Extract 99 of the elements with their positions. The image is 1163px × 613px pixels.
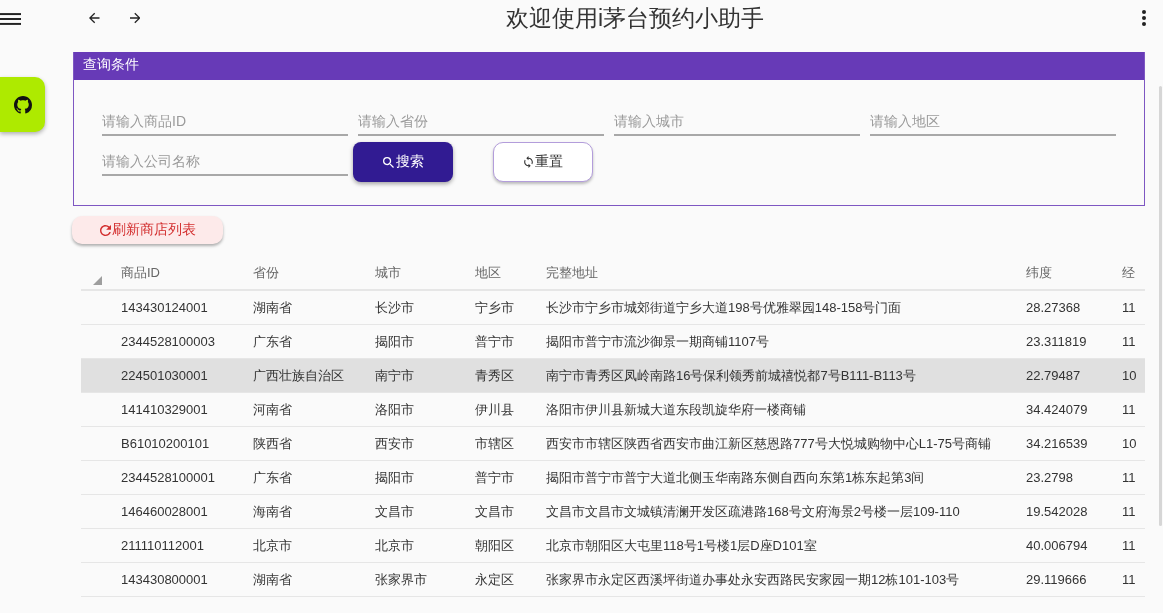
table-cell: 陕西省 (253, 435, 292, 451)
refresh-button[interactable]: 刷新商店列表 (72, 216, 223, 244)
table-cell: 北京市 (375, 537, 414, 553)
search-button[interactable]: 搜索 (353, 142, 453, 182)
input-field[interactable]: 请输入地区 (870, 108, 1116, 136)
table-cell: 北京市 (253, 537, 292, 553)
table-cell: 广东省 (253, 333, 292, 349)
table-cell: 19.542028 (1026, 504, 1088, 519)
column-header[interactable]: 完整地址 (546, 265, 598, 280)
table-cell: 河南省 (253, 401, 292, 417)
table-cell: 张家界市 (375, 571, 427, 587)
table-cell: 揭阳市 (375, 333, 414, 349)
table-cell: 湖南省 (253, 571, 292, 587)
input-field[interactable]: 请输入城市 (614, 108, 860, 136)
table-cell: 南宁市青秀区凤岭南路16号保利领秀前城禧悦都7号B111-B113号 (546, 367, 916, 383)
cat-logo-icon (13, 95, 32, 114)
table-cell: 张家界市永定区西溪坪街道办事处永安西路民安家园一期12栋101-103号 (546, 571, 960, 587)
table-cell: 10 (1122, 436, 1137, 451)
table-cell: 伊川县 (475, 401, 514, 417)
column-header[interactable]: 地区 (475, 265, 501, 280)
table-cell: 北京市朝阳区大屯里118号1号楼1层D座D101室 (546, 537, 817, 553)
refresh-icon (99, 224, 111, 236)
table-cell: 洛阳市伊川县新城大道东段凯旋华府一楼商铺 (546, 401, 806, 417)
reset-button[interactable]: 重置 (493, 142, 593, 182)
table-cell: 2344528100001 (121, 470, 215, 485)
table-cell: 文昌市 (375, 503, 414, 519)
table-cell: 青秀区 (475, 367, 514, 383)
scrollbar[interactable] (1159, 86, 1162, 526)
back-arrow-icon[interactable] (89, 10, 100, 26)
table-cell: 朝阳区 (475, 537, 514, 553)
column-header[interactable]: 省份 (253, 265, 279, 280)
table-cell: 10 (1122, 368, 1137, 383)
table-cell: 11 (1122, 402, 1136, 417)
sync-icon (523, 156, 533, 168)
table-cell: 西安市市辖区陕西省西安市曲江新区慈恩路777号大悦城购物中心L1-75号商铺 (546, 435, 991, 451)
floating-action-button[interactable] (0, 77, 45, 132)
table-cell: 永定区 (475, 571, 514, 587)
panel-title: 查询条件 (74, 52, 1144, 80)
input-field[interactable]: 请输入省份 (358, 108, 604, 136)
table-cell: 市辖区 (475, 435, 514, 451)
table-cell: 广西壮族自治区 (253, 367, 344, 383)
table-row[interactable]: 146460028001 海南省 文昌市 文昌市 文昌市文昌市文城镇清澜开发区疏港路168号文府海景2号楼一层109-110 19.542028 11 (81, 495, 1145, 529)
more-options-icon[interactable] (1142, 10, 1146, 26)
table-cell: 146460028001 (121, 504, 208, 519)
table-cell: 西安市 (375, 435, 414, 451)
table-cell: 11 (1122, 504, 1136, 519)
forward-arrow-icon[interactable] (129, 10, 140, 26)
table-cell: 22.79487 (1026, 368, 1081, 383)
table-cell: 11 (1122, 470, 1136, 485)
table-cell: 文昌市文昌市文城镇清澜开发区疏港路168号文府海景2号楼一层109-110 (546, 503, 960, 519)
table-cell: 34.424079 (1026, 402, 1088, 417)
input-field[interactable]: 请输入公司名称 (102, 148, 348, 176)
table-cell: 11 (1122, 538, 1136, 553)
table-row[interactable]: 211110112001 北京市 北京市 朝阳区 北京市朝阳区大屯里118号1号楼1层D座D101室 40.006794 11 (81, 529, 1145, 563)
table-cell: 211110112001 (121, 538, 204, 553)
table-cell: 143430800001 (121, 572, 208, 587)
table-row[interactable]: B61010200101 陕西省 西安市 市辖区 西安市市辖区陕西省西安市曲江新区慈恩路777号大悦城购物中心L1-75号商铺 34.216539 10 (81, 427, 1145, 461)
table-cell: 长沙市宁乡市城郊街道宁乡大道198号优雅翠园148-158号门面 (546, 299, 902, 315)
table-cell: 224501030001 (121, 368, 208, 383)
table-cell: 宁乡市 (475, 299, 514, 315)
table-cell: 长沙市 (375, 299, 414, 315)
table-cell: 29.119666 (1026, 572, 1087, 587)
table-cell: 23.2798 (1026, 470, 1073, 485)
table-row[interactable]: 141410329001 河南省 洛阳市 伊川县 洛阳市伊川县新城大道东段凯旋华府一楼商铺 34.424079 11 (81, 393, 1145, 427)
column-header[interactable]: 纬度 (1026, 265, 1052, 280)
search-icon (382, 156, 394, 168)
table-row[interactable]: 224501030001 广西壮族自治区 南宁市 青秀区 南宁市青秀区凤岭南路16号保利领秀前城禧悦都7号B111-B113号 22.79487 10 (81, 359, 1145, 393)
table-cell: 2344528100003 (121, 334, 215, 349)
table-cell: 广东省 (253, 469, 292, 485)
table-cell: 揭阳市 (375, 469, 414, 485)
table-cell: 揭阳市普宁市普宁大道北侧玉华南路东侧自西向东第1栋东起第3间 (546, 469, 925, 485)
table-cell: 海南省 (253, 503, 292, 519)
table-cell: 文昌市 (475, 503, 514, 519)
table-cell: B61010200101 (121, 436, 210, 451)
table-cell: 南宁市 (375, 367, 414, 383)
table-cell: 34.216539 (1026, 436, 1088, 451)
table-cell: 揭阳市普宁市流沙御景一期商铺1107号 (546, 333, 769, 349)
sort-triangle-icon[interactable] (93, 276, 102, 285)
table-cell: 11 (1122, 572, 1136, 587)
input-field[interactable]: 请输入商品ID (102, 108, 348, 136)
table-row[interactable]: 143430124001 湖南省 长沙市 宁乡市 长沙市宁乡市城郊街道宁乡大道198号优雅翠园148-158号门面 28.27368 11 (81, 291, 1145, 325)
menu-icon[interactable] (0, 10, 21, 28)
app-title: 欢迎使用i茅台预约小助手 (504, 3, 766, 33)
table-cell: 28.27368 (1026, 300, 1081, 315)
table-cell: 143430124001 (121, 300, 208, 315)
table-cell: 洛阳市 (375, 401, 414, 417)
table-cell: 141410329001 (121, 402, 208, 417)
table-cell: 11 (1122, 300, 1136, 315)
table-cell: 湖南省 (253, 299, 292, 315)
column-header[interactable]: 城市 (375, 265, 401, 280)
table-cell: 普宁市 (475, 469, 514, 485)
table-cell: 普宁市 (475, 333, 514, 349)
table-row[interactable]: 143430800001 湖南省 张家界市 永定区 张家界市永定区西溪坪街道办事处永安西路民安家园一期12栋101-103号 29.119666 11 (81, 563, 1145, 597)
table-cell: 40.006794 (1026, 538, 1088, 553)
table-cell: 23.311819 (1026, 334, 1087, 349)
table-row[interactable]: 2344528100001 广东省 揭阳市 普宁市 揭阳市普宁市普宁大道北侧玉华南路东侧自西向东第1栋东起第3间 23.2798 11 (81, 461, 1145, 495)
column-header[interactable]: 经 (1122, 265, 1135, 280)
table-cell: 11 (1122, 334, 1136, 349)
column-header[interactable]: 商品ID (121, 265, 160, 280)
